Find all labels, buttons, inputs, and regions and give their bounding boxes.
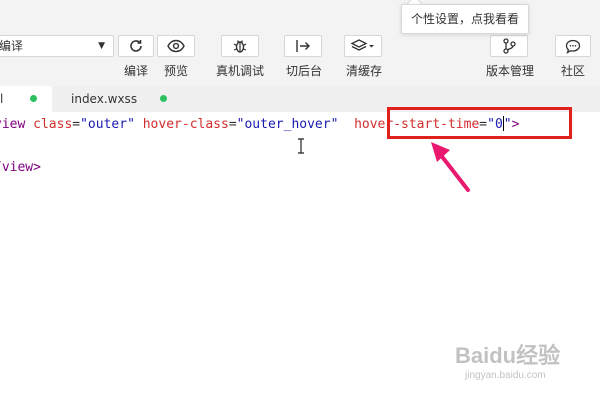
- pointer-arrow-icon: [431, 142, 470, 192]
- clear-cache-label: 清缓存: [345, 64, 383, 78]
- community-button[interactable]: [555, 35, 591, 57]
- modified-dot-icon: [30, 95, 37, 102]
- tab-label: index.wxss: [71, 92, 138, 106]
- chat-icon: [565, 39, 581, 54]
- toolbar: 编译 ▼ 编译 预览 真机调试 切后台 清缓存 版本管理 社区 个性设置，点我看…: [0, 0, 600, 87]
- preview-label: 预览: [163, 64, 189, 78]
- modified-dot-icon: [160, 95, 167, 102]
- bug-icon: [233, 40, 247, 53]
- switch-background-button[interactable]: [284, 35, 322, 57]
- version-management-label: 版本管理: [485, 64, 535, 78]
- compile-button[interactable]: [118, 35, 154, 57]
- branch-icon: [503, 38, 516, 54]
- remote-debug-label: 真机调试: [215, 64, 265, 78]
- tab-label: l: [0, 92, 4, 106]
- watermark: Baidu经验 jingyan.baidu.com: [455, 338, 595, 393]
- eye-icon: [167, 39, 185, 53]
- layers-icon: [351, 39, 374, 51]
- chevron-down-icon: ▼: [98, 41, 105, 51]
- switch-background-label: 切后台: [285, 64, 323, 78]
- switch-icon: [296, 40, 310, 52]
- watermark-url: jingyan.baidu.com: [465, 370, 546, 381]
- attr-name: hover-class: [142, 117, 229, 132]
- remote-debug-button[interactable]: [221, 35, 259, 57]
- watermark-brand: Baidu经验: [455, 343, 561, 368]
- compile-mode-select[interactable]: 编译 ▼: [0, 35, 114, 57]
- attr-value: "outer": [80, 117, 135, 132]
- attr-name: class: [33, 117, 73, 132]
- attr-value: "outer_hover": [236, 117, 339, 132]
- compile-label: 编译: [123, 64, 149, 78]
- clear-cache-button[interactable]: [344, 35, 382, 57]
- compile-mode-value: 编译: [0, 39, 24, 53]
- settings-tooltip[interactable]: 个性设置，点我看看: [401, 4, 529, 34]
- version-management-button[interactable]: [490, 35, 528, 57]
- tab-index-wxss[interactable]: index.wxss: [52, 86, 182, 112]
- refresh-icon: [130, 40, 142, 52]
- ibeam-cursor-icon: [298, 138, 304, 154]
- closing-tag: /view>: [0, 160, 41, 175]
- tag-name: view: [0, 117, 26, 132]
- preview-button[interactable]: [157, 35, 195, 57]
- tab-index-wxml[interactable]: l: [0, 86, 52, 112]
- community-label: 社区: [560, 64, 586, 78]
- code-line-2[interactable]: /view>: [0, 160, 41, 175]
